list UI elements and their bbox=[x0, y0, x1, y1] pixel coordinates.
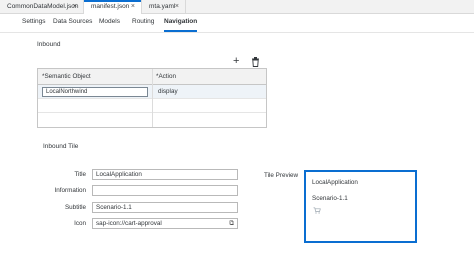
tab-models[interactable]: Models bbox=[99, 18, 120, 25]
tile-preview: LocalApplication Scenario-1.1 bbox=[304, 170, 417, 243]
file-tab-label: manifest.json bbox=[91, 3, 130, 10]
file-tab-label: mta.yaml bbox=[149, 3, 176, 10]
file-tab-commondatamodel[interactable]: CommonDataModel.json × bbox=[0, 0, 84, 14]
close-icon[interactable]: × bbox=[131, 0, 135, 14]
tile-preview-label: Tile Preview bbox=[264, 172, 299, 179]
file-tab-manifest[interactable]: manifest.json × bbox=[84, 0, 142, 15]
subtitle-label: Subtitle bbox=[64, 204, 86, 211]
editor-tab-bar: Settings Data Sources Models Routing Nav… bbox=[0, 14, 474, 33]
icon-input-value: sap-icon://cart-approval bbox=[96, 220, 162, 227]
value-help-icon[interactable]: ⧉ bbox=[229, 219, 234, 228]
subtitle-input[interactable]: Scenario-1.1 bbox=[92, 202, 238, 213]
manifest-editor: CommonDataModel.json × manifest.json × m… bbox=[0, 0, 474, 260]
preview-title: LocalApplication bbox=[312, 179, 358, 186]
semantic-object-input[interactable]: LocalNorthwind bbox=[42, 87, 148, 97]
tab-data-sources[interactable]: Data Sources bbox=[53, 18, 92, 25]
column-header-action[interactable]: *Action bbox=[156, 73, 176, 80]
inbound-table: *Semantic Object *Action LocalNorthwind … bbox=[37, 68, 267, 128]
information-label: Information bbox=[54, 187, 87, 194]
close-icon[interactable]: × bbox=[175, 0, 179, 14]
action-cell[interactable]: display bbox=[158, 88, 178, 95]
file-tab-mta[interactable]: mta.yaml × bbox=[142, 0, 186, 14]
icon-label: Icon bbox=[74, 220, 86, 227]
add-icon[interactable]: + bbox=[233, 56, 239, 67]
close-icon[interactable]: × bbox=[73, 0, 77, 14]
icon-input[interactable]: sap-icon://cart-approval ⧉ bbox=[92, 218, 238, 229]
title-input[interactable]: LocalApplication bbox=[92, 169, 238, 180]
file-tab-bar: CommonDataModel.json × manifest.json × m… bbox=[0, 0, 474, 15]
column-header-semantic-object[interactable]: *Semantic Object bbox=[42, 73, 91, 80]
column-divider bbox=[152, 69, 153, 127]
tab-routing[interactable]: Routing bbox=[132, 18, 154, 25]
information-input[interactable] bbox=[92, 185, 238, 196]
file-tab-label: CommonDataModel.json bbox=[7, 3, 79, 10]
cart-approval-icon bbox=[313, 207, 321, 216]
inbound-tile-section-title: Inbound Tile bbox=[43, 143, 79, 150]
tab-settings[interactable]: Settings bbox=[22, 18, 46, 25]
tab-navigation[interactable]: Navigation bbox=[164, 18, 198, 32]
inbound-section-title: Inbound bbox=[37, 41, 61, 48]
title-label: Title bbox=[74, 171, 86, 178]
preview-subtitle: Scenario-1.1 bbox=[312, 195, 348, 202]
